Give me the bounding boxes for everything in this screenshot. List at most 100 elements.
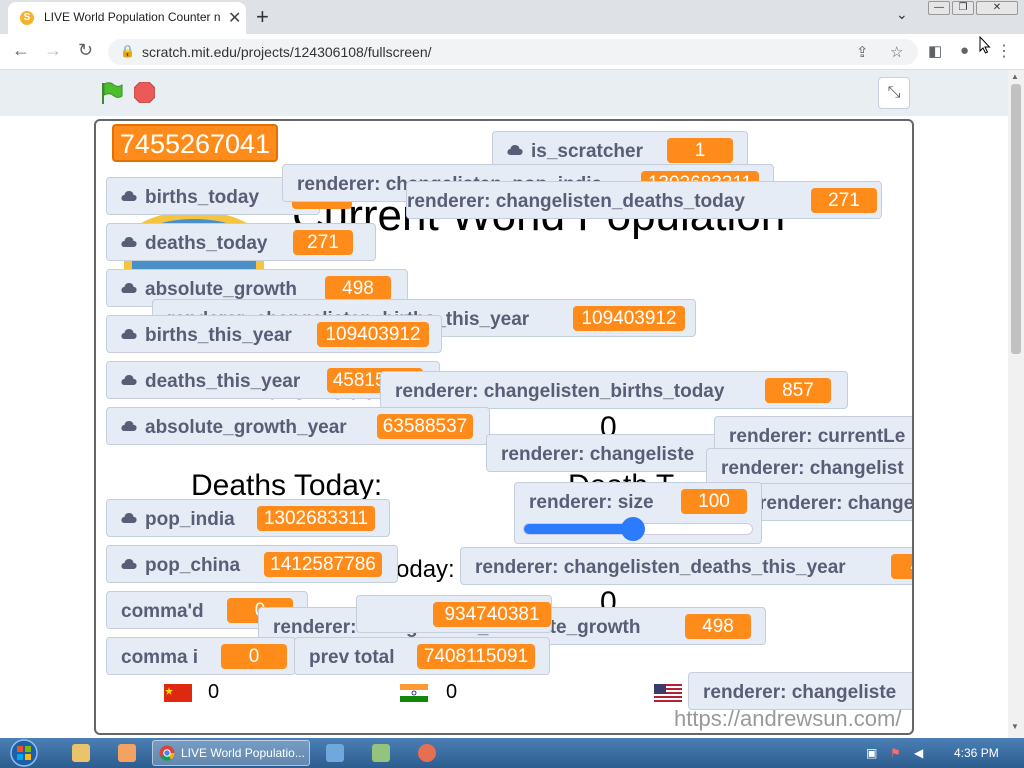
forward-icon[interactable]: → xyxy=(44,40,62,61)
size-slider-fill xyxy=(524,524,634,534)
monitor-renderer-changelist-b[interactable]: renderer: changelist xyxy=(706,448,912,486)
new-tab-button[interactable]: + xyxy=(256,4,269,30)
monitor-deaths-today[interactable]: deaths_today 271 xyxy=(106,223,376,261)
monitor-value: 0 xyxy=(221,644,287,669)
monitor-absolute-growth-year[interactable]: absolute_growth_year 63588537 xyxy=(106,407,490,445)
monitor-value: 109403912 xyxy=(317,322,429,347)
india-flag-icon xyxy=(400,684,428,702)
monitor-renderer-births-today[interactable]: renderer: changelisten_births_today 857 xyxy=(380,371,848,409)
monitor-label: deaths_this_year xyxy=(145,371,301,392)
bookmark-star-icon[interactable]: ☆ xyxy=(890,43,903,61)
lock-icon: 🔒 xyxy=(120,44,135,58)
stop-sign-icon[interactable] xyxy=(134,82,155,103)
close-window-button[interactable]: ✕ xyxy=(976,1,1018,15)
network-app-icon[interactable] xyxy=(326,744,344,762)
cloud-icon xyxy=(121,559,137,569)
usa-flag-icon xyxy=(654,684,682,702)
monitor-label: comma i xyxy=(121,647,199,668)
monitor-value: 1412587786 xyxy=(264,552,382,577)
monitor-prev-total[interactable]: prev total 7408115091 xyxy=(294,637,550,675)
url-text: scratch.mit.edu/projects/124306108/fulls… xyxy=(142,44,432,60)
monitor-label: renderer: changelist xyxy=(721,458,904,479)
monitor-births-this-year[interactable]: births_this_year 109403912 xyxy=(106,315,442,353)
today-heading: oday: xyxy=(396,556,455,583)
cloud-icon xyxy=(121,237,137,247)
monitor-value: 63588537 xyxy=(377,414,473,439)
cloud-icon xyxy=(121,375,137,385)
chrome-taskbar-button[interactable]: LIVE World Populatio... xyxy=(152,740,310,766)
exit-fullscreen-button[interactable]: ⤡ xyxy=(878,77,910,109)
scroll-up-icon[interactable]: ▲ xyxy=(1011,72,1019,81)
monitor-value: 498 xyxy=(325,276,391,301)
india-count: 0 xyxy=(446,681,458,703)
start-button-icon[interactable] xyxy=(8,738,40,768)
cloud-icon xyxy=(121,329,137,339)
green-flag-icon[interactable] xyxy=(100,82,124,104)
monitor-label: renderer: changelisten_deaths_this_year xyxy=(475,557,846,578)
cloud-icon xyxy=(121,421,137,431)
cloud-icon xyxy=(121,283,137,293)
monitor-label: pop_india xyxy=(145,509,235,530)
monitor-label: prev total xyxy=(309,647,395,668)
minimize-button[interactable]: — xyxy=(928,1,950,15)
browser-toolbar: ← → ↻ 🔒 scratch.mit.edu/projects/1243061… xyxy=(0,34,1024,70)
maximize-button[interactable]: ❐ xyxy=(952,1,974,15)
scrollbar-thumb[interactable] xyxy=(1011,84,1021,354)
chrome-taskbar-label: LIVE World Populatio... xyxy=(181,746,305,760)
menu-icon[interactable]: ⋮ xyxy=(996,41,1012,61)
scratch-stage[interactable]: Current World Population Births Toda 0 D… xyxy=(94,119,914,735)
monitor-value: 45 xyxy=(891,554,912,579)
tab-title: LIVE World Population Counter n xyxy=(44,10,221,24)
monitor-label: renderer: changeliste xyxy=(703,682,897,703)
china-flag-icon xyxy=(164,684,192,702)
monitor-comma-i[interactable]: comma i 0 xyxy=(106,637,296,675)
size-slider-track[interactable] xyxy=(523,517,753,541)
media-player-icon[interactable] xyxy=(118,744,136,762)
monitor-renderer-deaths-this-year[interactable]: renderer: changelisten_deaths_this_year 4… xyxy=(460,547,912,585)
monitor-label: renderer: changelisten_deaths_today xyxy=(407,191,745,212)
taskbar-clock[interactable]: 4:36 PM xyxy=(954,746,999,760)
monitor-label: births_this_year xyxy=(145,325,292,346)
tray-network-icon[interactable]: ▣ xyxy=(866,746,877,760)
reload-icon[interactable]: ↻ xyxy=(78,40,93,61)
monitor-label: absolute_growth_year xyxy=(145,417,347,438)
windows-taskbar: LIVE World Populatio... ▣ ⚑ ◀ 4:36 PM xyxy=(0,738,1024,768)
monitor-renderer-deaths-today[interactable]: renderer: changelisten_deaths_today 271 xyxy=(406,181,882,219)
tray-volume-icon[interactable]: ◀ xyxy=(914,746,923,760)
monitor-hidden-value[interactable]: 934740381 xyxy=(356,595,552,633)
monitor-label: is_scratcher xyxy=(531,141,643,162)
profile-icon[interactable]: ● xyxy=(960,42,969,59)
size-slider-knob[interactable] xyxy=(621,517,646,541)
size-slider-value: 100 xyxy=(681,489,747,514)
scroll-down-icon[interactable]: ▼ xyxy=(1011,722,1019,731)
monitor-value: 1302683311 xyxy=(257,506,375,531)
monitor-pop-india[interactable]: pop_india 1302683311 xyxy=(106,499,390,537)
side-panel-icon[interactable]: ◧ xyxy=(928,42,942,60)
monitor-renderer-changeliste-d[interactable]: renderer: changeliste xyxy=(688,672,912,710)
monitor-value: 857 xyxy=(765,378,831,403)
monitor-value: 109403912 xyxy=(573,306,685,331)
monitor-label: pop_china xyxy=(145,555,241,576)
tab-live-world-population[interactable]: S LIVE World Population Counter n ✕ xyxy=(8,2,246,34)
cloud-icon xyxy=(121,513,137,523)
address-bar[interactable]: 🔒 scratch.mit.edu/projects/124306108/ful… xyxy=(108,39,918,65)
firefox-icon[interactable] xyxy=(418,744,436,762)
tray-warning-icon[interactable]: ⚑ xyxy=(890,746,901,760)
world-population-counter: 7455267041 xyxy=(112,124,278,162)
monitor-value: 7408115091 xyxy=(417,644,535,669)
tab-search-icon[interactable]: ⌄ xyxy=(896,6,908,23)
chrome-icon xyxy=(159,745,175,761)
monitor-pop-china[interactable]: pop_china 1412587786 xyxy=(106,545,398,583)
settings-app-icon[interactable] xyxy=(372,744,390,762)
back-icon[interactable]: ← xyxy=(12,40,30,61)
size-slider-monitor[interactable]: renderer: size 100 xyxy=(514,482,762,544)
tab-strip: S LIVE World Population Counter n ✕ + ⌄ … xyxy=(0,0,1024,34)
close-tab-icon[interactable]: ✕ xyxy=(228,8,241,28)
monitor-renderer-changelis-c[interactable]: renderer: changelis xyxy=(744,483,912,521)
page-scrollbar[interactable]: ▲ ▼ xyxy=(1008,70,1024,738)
monitor-label: renderer: changeliste xyxy=(501,444,695,465)
deaths-today-heading: Deaths Today: xyxy=(191,469,383,502)
monitor-label: births_today xyxy=(145,187,260,208)
explorer-icon[interactable] xyxy=(72,744,90,762)
share-icon[interactable]: ⇪ xyxy=(856,43,869,61)
